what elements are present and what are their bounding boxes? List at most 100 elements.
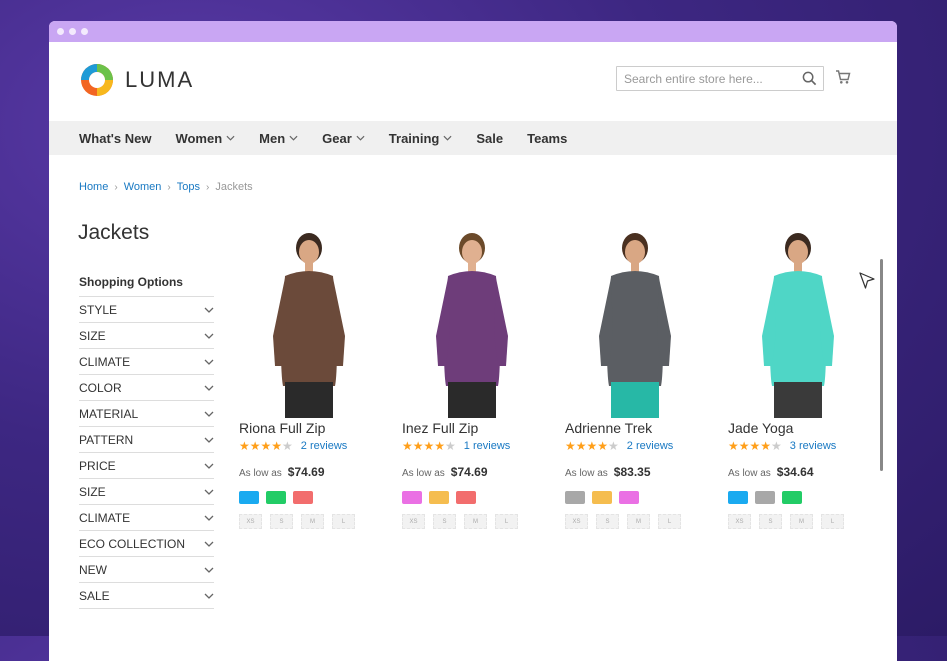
scrollbar[interactable] [880,259,883,471]
filter-label: NEW [79,562,107,577]
model-photo-icon [762,233,834,418]
nav-item-label: Gear [322,130,352,146]
filter-item[interactable]: NEW [79,557,214,583]
price-row: As low as $83.35 [565,465,728,479]
price: $74.69 [287,465,325,479]
color-swatch[interactable] [402,491,422,504]
product-rating: ★★★★★ 3 reviews [728,439,891,453]
filter-label: ECO COLLECTION [79,536,186,551]
size-swatch[interactable]: S [596,514,619,529]
color-swatch[interactable] [755,491,775,504]
filter-item[interactable]: PATTERN [79,427,214,453]
size-swatch[interactable]: S [759,514,782,529]
size-swatch[interactable]: L [495,514,518,529]
cart-icon[interactable] [835,69,851,85]
filter-label: COLOR [79,380,122,395]
filter-item[interactable]: STYLE [79,297,214,323]
color-swatch[interactable] [728,491,748,504]
filter-label: PATTERN [79,432,134,447]
price: $83.35 [613,465,651,479]
size-swatch[interactable]: XS [728,514,751,529]
chevron-down-icon [204,385,214,391]
reviews-link[interactable]: 2 reviews [301,440,347,452]
filter-item[interactable]: MATERIAL [79,401,214,427]
size-swatches: XS S M L [239,514,402,529]
color-swatch[interactable] [619,491,639,504]
rating-stars-icon: ★★★★★ [565,439,619,453]
color-swatch[interactable] [456,491,476,504]
breadcrumb-tops[interactable]: Tops [177,181,200,193]
product-rating: ★★★★★ 1 reviews [402,439,565,453]
nav-item[interactable]: Women [175,131,235,146]
size-swatches: XS S M L [565,514,728,529]
filter-item[interactable]: SALE [79,583,214,609]
filter-item[interactable]: SIZE [79,323,214,349]
filter-item[interactable]: CLIMATE [79,349,214,375]
reviews-link[interactable]: 2 reviews [627,440,673,452]
color-swatch[interactable] [592,491,612,504]
chevron-down-icon [204,593,214,599]
price-row: As low as $74.69 [402,465,565,479]
color-swatch[interactable] [239,491,259,504]
reviews-link[interactable]: 3 reviews [790,440,836,452]
search-icon[interactable] [802,71,817,86]
size-swatch[interactable]: L [658,514,681,529]
size-swatch[interactable]: S [433,514,456,529]
reviews-link[interactable]: 1 reviews [464,440,510,452]
product-photo[interactable] [402,226,565,418]
size-swatch[interactable]: L [332,514,355,529]
product-photo[interactable] [239,226,402,418]
chevron-down-icon [204,359,214,365]
nav-item[interactable]: Training [389,131,453,146]
product-name[interactable]: Inez Full Zip [402,420,565,436]
title-bar [49,21,897,42]
color-swatch[interactable] [565,491,585,504]
color-swatch[interactable] [782,491,802,504]
filter-item[interactable]: CLIMATE [79,505,214,531]
luma-logo-icon [81,64,113,96]
logo[interactable]: LUMA [79,62,194,98]
nav-item[interactable]: What's New [79,131,151,146]
chevron-down-icon [443,135,452,141]
filter-item[interactable]: SIZE [79,479,214,505]
color-swatch[interactable] [293,491,313,504]
search-input[interactable] [617,67,794,90]
shopping-options-sidebar: Shopping Options STYLE SIZE CLIMATE COLOR MA… [79,275,214,609]
nav-item[interactable]: Sale [476,131,503,146]
product-photo[interactable] [565,226,728,418]
size-swatch[interactable]: XS [402,514,425,529]
breadcrumb-women[interactable]: Women [124,181,162,193]
filter-item[interactable]: ECO COLLECTION [79,531,214,557]
nav-item[interactable]: Gear [322,131,365,146]
color-swatch[interactable] [429,491,449,504]
product-rating: ★★★★★ 2 reviews [239,439,402,453]
filter-item[interactable]: PRICE [79,453,214,479]
window-dot-icon[interactable] [81,28,88,35]
price-label: As low as [239,468,282,479]
chevron-down-icon [289,135,298,141]
window-dot-icon[interactable] [57,28,64,35]
product-name[interactable]: Adrienne Trek [565,420,728,436]
chevron-right-icon: › [205,181,210,193]
nav-item[interactable]: Men [259,131,298,146]
size-swatch[interactable]: M [464,514,487,529]
filter-item[interactable]: COLOR [79,375,214,401]
breadcrumb-home[interactable]: Home [79,181,108,193]
size-swatch[interactable]: S [270,514,293,529]
color-swatch[interactable] [266,491,286,504]
product-name[interactable]: Jade Yoga [728,420,891,436]
size-swatch[interactable]: XS [565,514,588,529]
size-swatch[interactable]: L [821,514,844,529]
size-swatch[interactable]: M [627,514,650,529]
filter-label: STYLE [79,302,118,317]
nav-item[interactable]: Teams [527,131,567,146]
size-swatch[interactable]: M [301,514,324,529]
window-dot-icon[interactable] [69,28,76,35]
size-swatch[interactable]: XS [239,514,262,529]
product-photo[interactable] [728,226,891,418]
product-item: Inez Full Zip ★★★★★ 1 reviews As low as $74.… [402,226,565,529]
price: $74.69 [450,465,488,479]
size-swatch[interactable]: M [790,514,813,529]
product-name[interactable]: Riona Full Zip [239,420,402,436]
search-box[interactable] [616,66,824,91]
